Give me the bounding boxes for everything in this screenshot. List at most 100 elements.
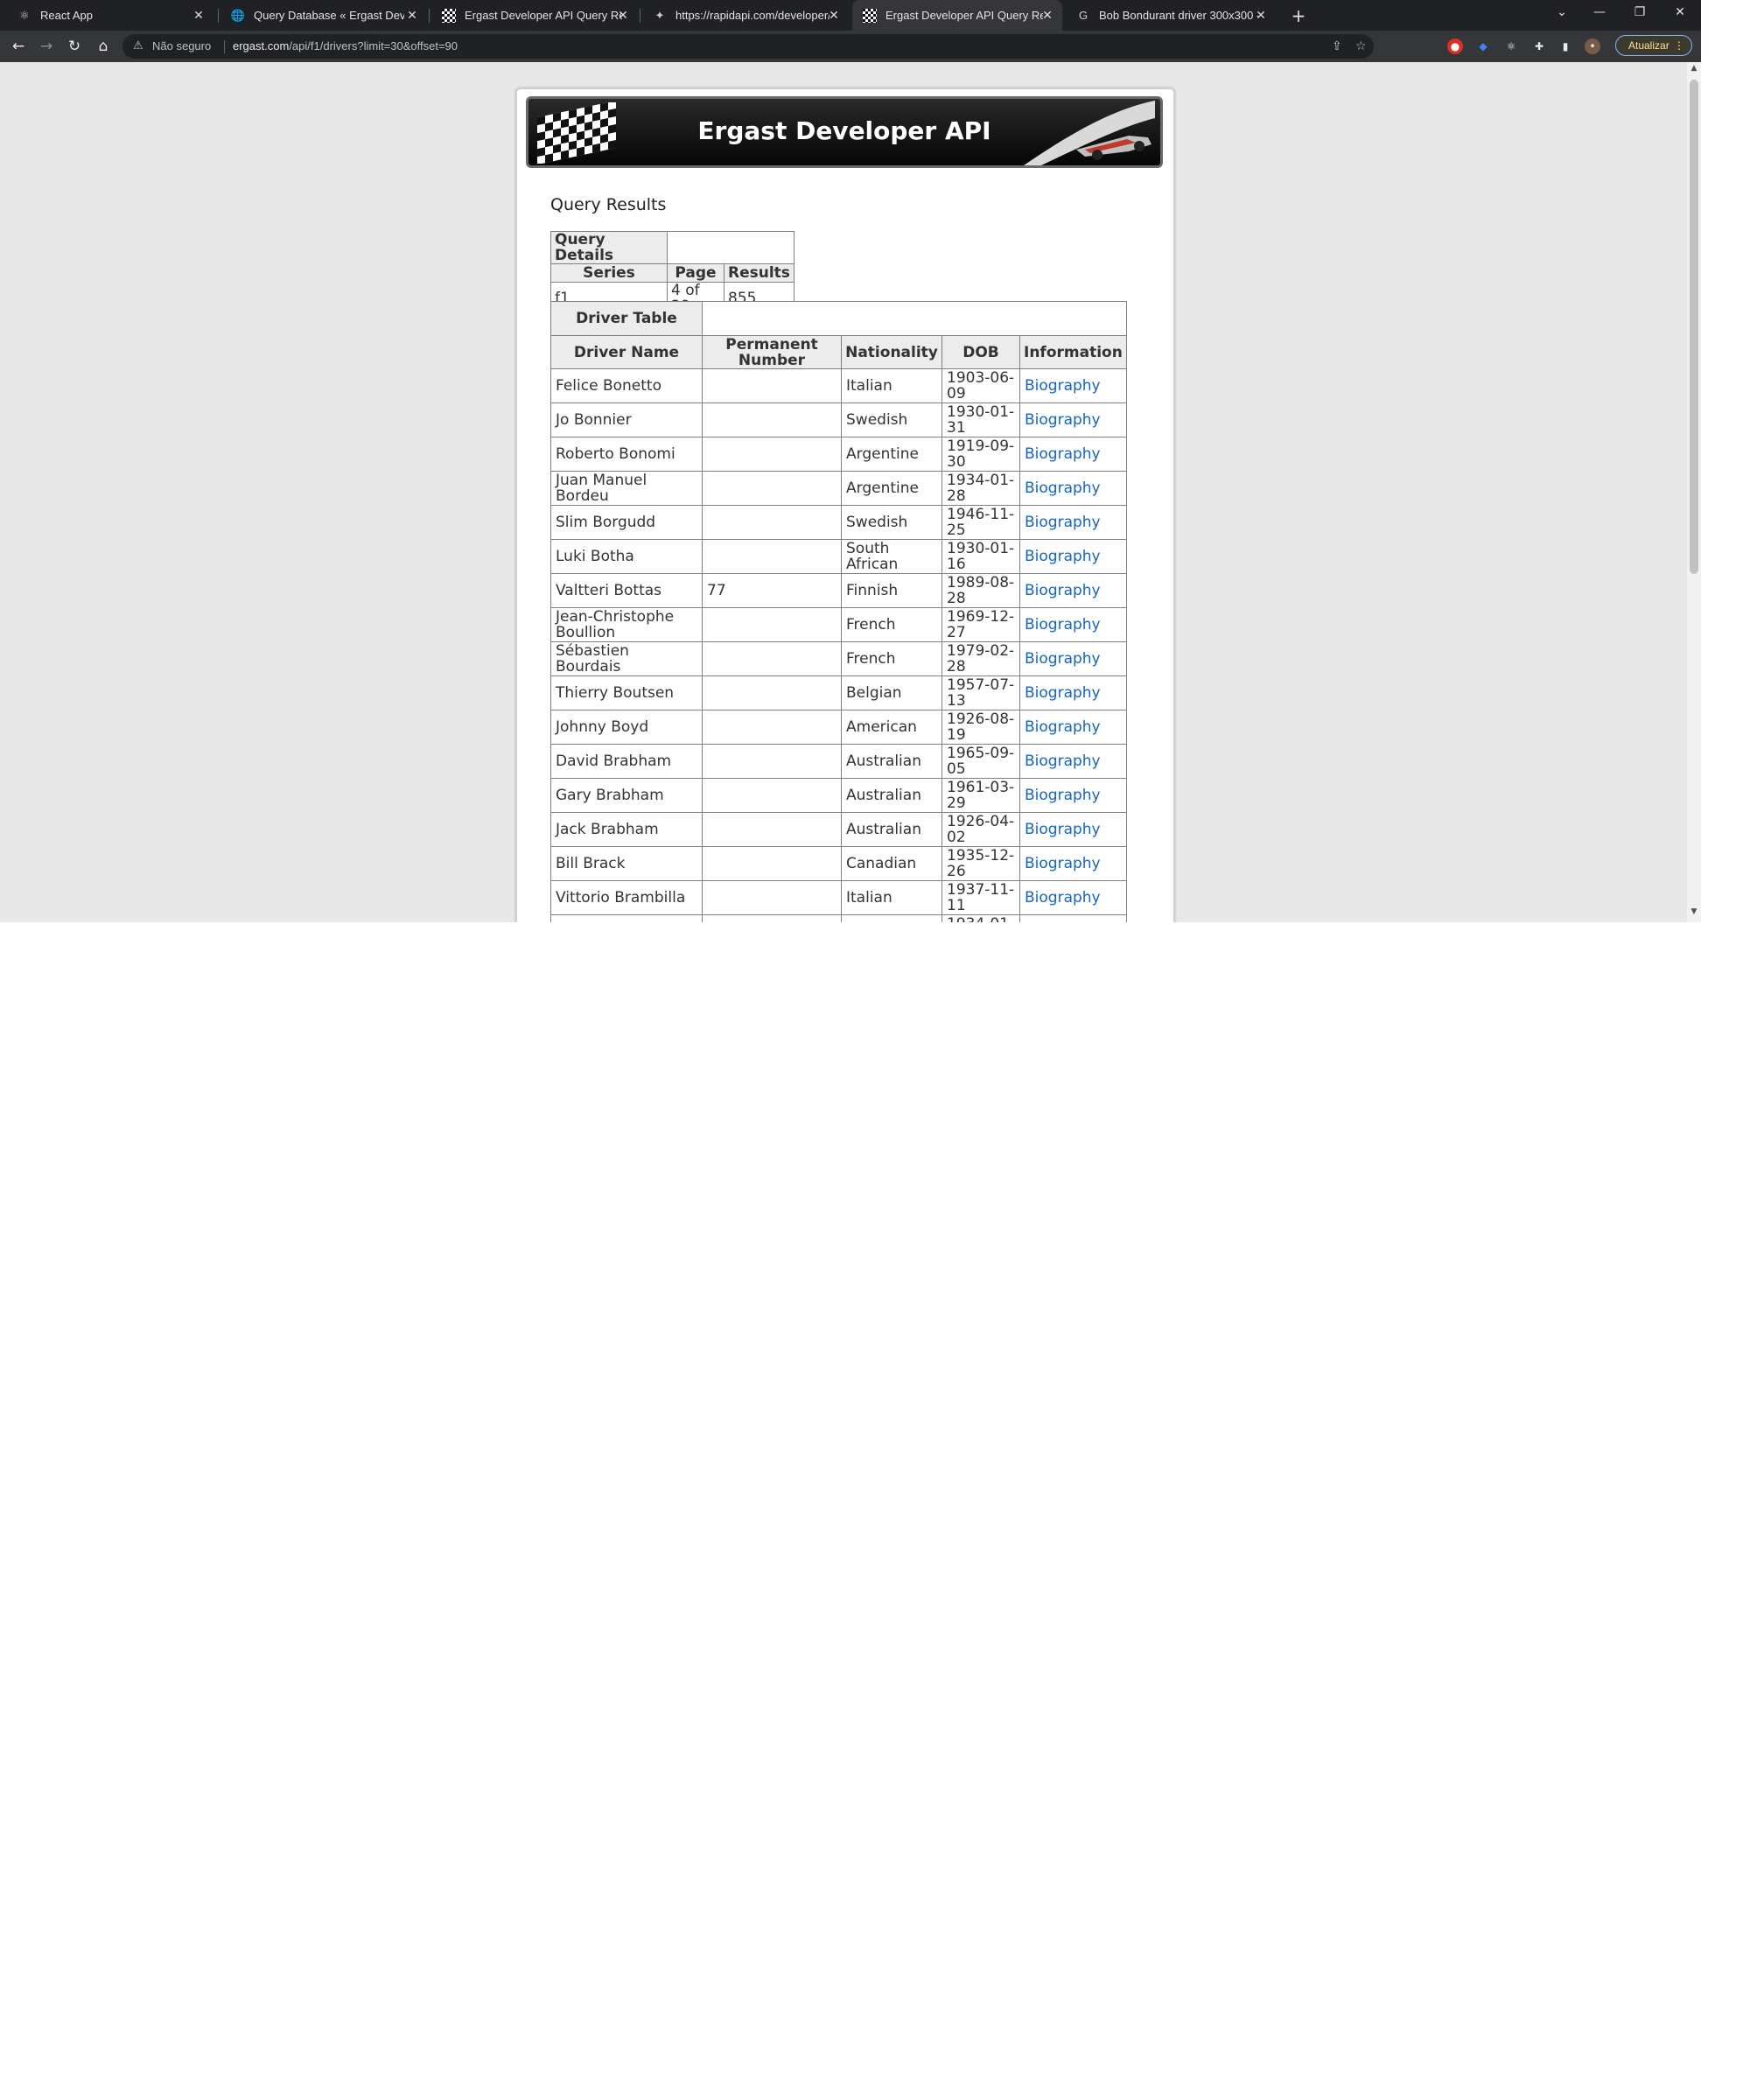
table-row: Felice Bonetto Italian 1903-06-09 Biography	[550, 368, 1127, 403]
extension-blue-icon[interactable]: ◆	[1475, 38, 1491, 54]
driver-name: Jean-Christophe Boullion	[556, 608, 675, 641]
warning-icon[interactable]: ⚠	[133, 39, 144, 52]
tab-google-search[interactable]: G Bob Bondurant driver 300x300 - Pesquis…	[1066, 0, 1276, 31]
tab-ergast-results-active[interactable]: Ergast Developer API Query Results ✕	[852, 0, 1062, 31]
dob: 1919-09-30	[947, 438, 1015, 471]
extension-red-icon[interactable]: ●	[1447, 38, 1463, 54]
tab-rapidapi[interactable]: ✦ https://rapidapi.com/developer/dashboa…	[642, 0, 849, 31]
column-header: Nationality	[841, 335, 942, 369]
biography-link[interactable]: Biography	[1025, 616, 1101, 634]
close-window-button[interactable]: ✕	[1662, 0, 1698, 26]
nationality: Swedish	[846, 514, 908, 531]
biography-link[interactable]: Biography	[1025, 752, 1101, 770]
table-row: Juan Manuel Bordeu Argentine 1934-01-28 Bio…	[550, 471, 1127, 506]
home-button[interactable]: ⌂	[93, 36, 114, 57]
close-tab-icon[interactable]: ✕	[404, 7, 420, 23]
scroll-down-arrow-icon[interactable]: ▼	[1690, 907, 1698, 916]
tab-ergast-results[interactable]: Ergast Developer API Query Results ✕	[431, 0, 638, 31]
driver-name-cell: Ernesto Brambilla	[550, 914, 703, 922]
page-title: Query Results	[550, 195, 667, 214]
permanent-number-cell	[702, 641, 842, 676]
minimize-button[interactable]: —	[1582, 0, 1617, 26]
dob-cell: 1957-07-13	[942, 676, 1020, 710]
nationality-cell: French	[841, 641, 942, 676]
nationality-cell: Belgian	[841, 676, 942, 710]
nationality-cell: Italian	[841, 368, 942, 403]
driver-table-caption: Driver Table	[550, 301, 703, 336]
permanent-number-cell	[702, 437, 842, 472]
url-text[interactable]: ergast.com/api/f1/drivers?limit=30&offse…	[233, 39, 458, 52]
biography-link[interactable]: Biography	[1025, 411, 1101, 429]
permanent-number-cell	[702, 607, 842, 642]
extensions-puzzle-icon[interactable]: ✚	[1531, 38, 1547, 54]
reload-button[interactable]: ↻	[64, 36, 85, 57]
dob: 1957-07-13	[947, 676, 1015, 710]
bookmark-star-icon[interactable]: ☆	[1355, 39, 1367, 53]
biography-link[interactable]: Biography	[1025, 855, 1101, 872]
page-scrollbar[interactable]: ▲ ▼	[1687, 62, 1701, 922]
biography-link[interactable]: Biography	[1025, 889, 1101, 906]
dob-cell: 1961-03-29	[942, 778, 1020, 813]
driver-name-cell: Bill Brack	[550, 846, 703, 881]
tab-search-button[interactable]: ⌄	[1544, 0, 1579, 26]
biography-link[interactable]: Biography	[1025, 787, 1101, 804]
close-tab-icon[interactable]: ✕	[615, 7, 631, 23]
nationality: Argentine	[846, 480, 919, 497]
close-tab-icon[interactable]: ✕	[1253, 7, 1269, 23]
close-tab-icon[interactable]: ✕	[191, 7, 206, 23]
avatar[interactable]: •	[1585, 38, 1600, 54]
biography-link-cell: Biography	[1019, 402, 1127, 438]
biography-link[interactable]: Biography	[1025, 445, 1101, 463]
share-icon[interactable]: ⇪	[1332, 39, 1342, 53]
new-tab-button[interactable]: +	[1288, 5, 1309, 26]
dob: 1934-01-28	[947, 472, 1015, 505]
biography-link[interactable]: Biography	[1025, 548, 1101, 565]
biography-link-cell: Biography	[1019, 676, 1127, 710]
driver-name-cell: Valtteri Bottas	[550, 573, 703, 608]
dob: 1979-02-28	[947, 642, 1015, 676]
table-row: Thierry Boutsen Belgian 1957-07-13 Biograph…	[550, 676, 1127, 710]
nationality: Finnish	[846, 582, 899, 599]
biography-link[interactable]: Biography	[1025, 684, 1101, 702]
permanent-number-cell	[702, 471, 842, 506]
biography-link-cell: Biography	[1019, 846, 1127, 881]
nationality-cell: Australian	[841, 744, 942, 779]
close-tab-icon[interactable]: ✕	[826, 7, 842, 23]
driver-name: Slim Borgudd	[556, 514, 656, 531]
biography-link[interactable]: Biography	[1025, 514, 1101, 531]
biography-link[interactable]: Biography	[1025, 821, 1101, 838]
side-panel-icon[interactable]: ▮	[1558, 38, 1573, 54]
nationality: American	[846, 718, 917, 736]
security-label[interactable]: Não seguro	[152, 39, 211, 52]
biography-link[interactable]: Biography	[1025, 377, 1101, 395]
biography-link[interactable]: Biography	[1025, 718, 1101, 736]
browser-toolbar: ← → ↻ ⌂ ⚠ Não seguro ergast.com/api/f1/d…	[0, 31, 1701, 62]
tab-title: Ergast Developer API Query Results	[465, 9, 622, 22]
tab-react-app[interactable]: ⚛ React App ✕	[7, 0, 214, 31]
restore-button[interactable]: ❐	[1622, 0, 1657, 26]
address-bar[interactable]: ⚠ Não seguro ergast.com/api/f1/drivers?l…	[122, 34, 1374, 59]
biography-link[interactable]: Biography	[1025, 582, 1101, 599]
tab-query-database[interactable]: 🌐 Query Database « Ergast Developer API …	[220, 0, 427, 31]
globe-icon: 🌐	[230, 8, 246, 22]
react-devtools-icon[interactable]: ⚛	[1503, 38, 1519, 54]
more-menu-icon[interactable]: ⋮	[1674, 36, 1684, 55]
tab-title: https://rapidapi.com/developer/dashboard	[676, 9, 830, 22]
update-button[interactable]: Atualizar ⋮	[1615, 35, 1692, 56]
browser-window: ⚛ React App ✕ 🌐 Query Database « Ergast …	[0, 0, 1701, 922]
dob: 1903-06-09	[947, 369, 1015, 402]
permanent-number-cell	[702, 710, 842, 745]
scroll-thumb[interactable]	[1690, 80, 1698, 574]
biography-link[interactable]: Biography	[1025, 480, 1101, 497]
scroll-up-arrow-icon[interactable]: ▲	[1690, 64, 1698, 73]
nationality-cell: Australian	[841, 778, 942, 813]
table-row: Jean-Christophe Boullion French 1969-12-27…	[550, 607, 1127, 642]
nationality-cell: Italian	[841, 914, 942, 922]
forward-button[interactable]: →	[36, 36, 57, 57]
driver-name-cell: Sébastien Bourdais	[550, 641, 703, 676]
back-button[interactable]: ←	[8, 36, 29, 57]
close-tab-icon[interactable]: ✕	[1040, 7, 1055, 23]
nationality-cell: Swedish	[841, 402, 942, 438]
table-row: Bill Brack Canadian 1935-12-26 Biography	[550, 846, 1127, 881]
biography-link[interactable]: Biography	[1025, 650, 1101, 668]
